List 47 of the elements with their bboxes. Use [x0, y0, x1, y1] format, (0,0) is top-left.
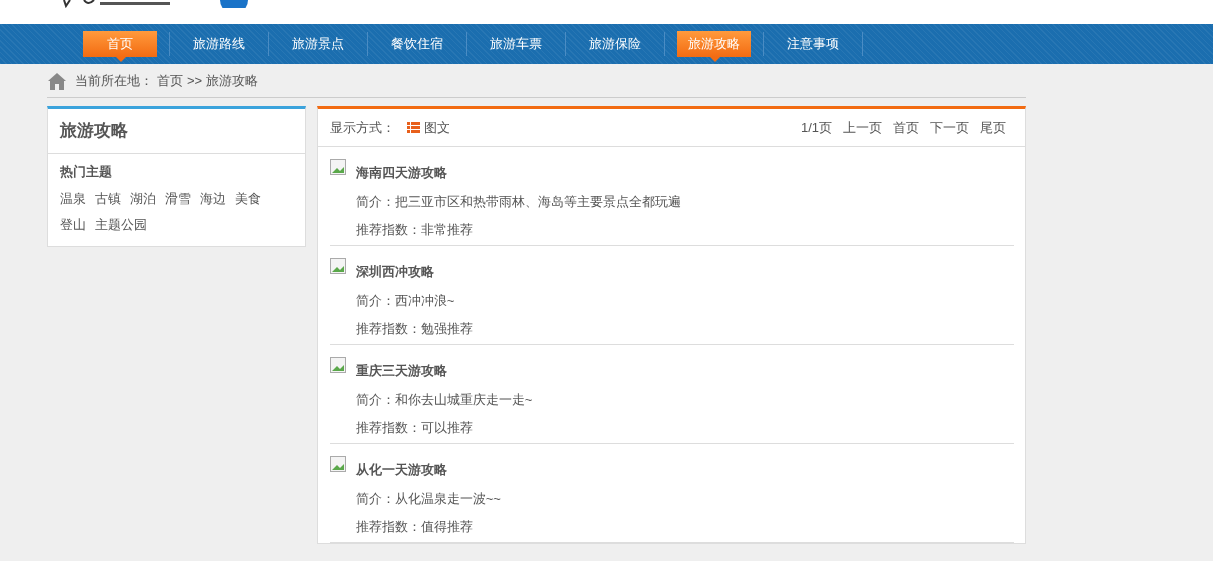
- broken-image-icon: [329, 357, 346, 373]
- nav-tab[interactable]: 注意事项: [776, 31, 850, 57]
- broken-image-icon: [329, 456, 346, 472]
- pager-link[interactable]: 下一页: [930, 117, 969, 138]
- topic-link[interactable]: 古镇: [95, 189, 121, 209]
- display-mode-link[interactable]: 图文: [423, 117, 450, 138]
- article-rating: 推荐指数：值得推荐: [355, 518, 474, 536]
- home-icon: [47, 71, 67, 90]
- article-intro: 简介：从化温泉走一波~~: [355, 489, 501, 508]
- nav-tab[interactable]: 餐饮住宿: [380, 31, 454, 57]
- topic-link[interactable]: 海边: [200, 189, 226, 209]
- page-info: 1/1页: [800, 118, 832, 137]
- article-intro: 简介：把三亚市区和热带雨林、海岛等主要景点全都玩遍: [355, 192, 681, 211]
- breadcrumb-link[interactable]: 首页: [157, 70, 183, 91]
- article-title[interactable]: 海南四天游攻略: [355, 163, 681, 183]
- tab-pointer-icon: [710, 57, 720, 62]
- topic-link[interactable]: 温泉: [60, 189, 86, 209]
- article-title[interactable]: 重庆三天游攻略: [355, 361, 533, 381]
- sidebar-title: 旅游攻略: [48, 109, 305, 154]
- topic-link[interactable]: 滑雪: [165, 189, 191, 209]
- nav-tab[interactable]: 旅游景点: [281, 31, 355, 57]
- tab-pointer-icon: [116, 57, 126, 62]
- topic-link[interactable]: 登山: [60, 214, 86, 234]
- topic-link[interactable]: 美食: [235, 189, 261, 209]
- breadcrumb-separator: >>: [187, 71, 203, 90]
- list-icon: [406, 122, 420, 133]
- nav-tab[interactable]: 旅游保险: [578, 31, 652, 57]
- article-rating: 推荐指数：勉强推荐: [355, 320, 473, 338]
- breadcrumb-link[interactable]: 旅游攻略: [206, 70, 259, 91]
- article-title[interactable]: 深圳西冲攻略: [355, 262, 473, 282]
- pager-link[interactable]: 首页: [893, 117, 919, 138]
- article-intro: 简介：和你去山城重庆走一走~: [355, 390, 533, 409]
- broken-image-icon: [329, 258, 346, 274]
- breadcrumb-label: 当前所在地：: [75, 71, 153, 90]
- broken-image-icon: [329, 159, 346, 175]
- section-title: 热门主题: [60, 162, 113, 181]
- topic-link[interactable]: 湖泊: [130, 189, 156, 209]
- nav-tab[interactable]: 旅游车票: [479, 31, 553, 57]
- display-label: 显示方式：: [329, 118, 395, 137]
- pager-link[interactable]: 上一页: [843, 117, 882, 138]
- pager-link[interactable]: 尾页: [980, 117, 1006, 138]
- nav-tab[interactable]: 旅游路线: [182, 31, 256, 57]
- article-intro: 简介：西冲冲浪~: [355, 291, 456, 310]
- topic-link[interactable]: 主题公园: [95, 214, 147, 234]
- article-title[interactable]: 从化一天游攻略: [355, 460, 501, 480]
- article-rating: 推荐指数：非常推荐: [355, 221, 474, 239]
- article-rating: 推荐指数：可以推荐: [355, 419, 474, 437]
